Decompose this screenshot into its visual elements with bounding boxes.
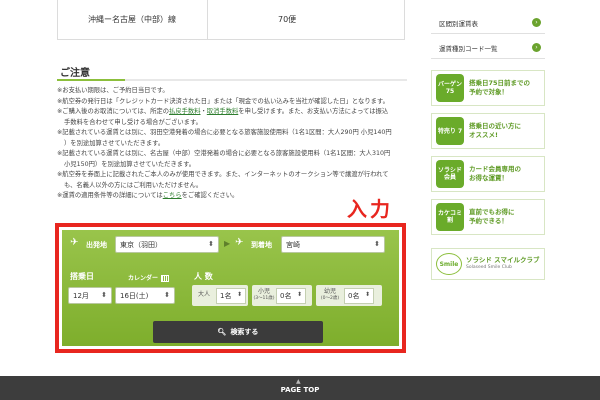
child-count-select[interactable]: 0名 ⬍ — [276, 287, 306, 304]
arrive-select[interactable]: 宮崎 ⬍ — [281, 236, 385, 253]
notes-list: ※お支払い期限は、ご予約日当日です。 ※航空券の発行日は「クレジットカード決済さ… — [57, 86, 407, 202]
note-line: ※航空券を券面上に記載されたご本人のみが使用できます。また、インターネットのオー… — [57, 171, 389, 178]
note-line: ※お支払い期限は、ご予約日当日です。 — [57, 87, 169, 94]
date-label: 搭乗日 — [70, 272, 94, 281]
member-card-icon: ソラシド 会員 — [436, 160, 464, 188]
adult-count-select[interactable]: 1名 ⬍ — [216, 287, 246, 304]
calendar-link[interactable]: カレンダー — [128, 273, 170, 282]
notes-divider — [57, 79, 407, 81]
infant-count-select[interactable]: 0名 ⬍ — [344, 287, 374, 304]
banner-member-fare[interactable]: ソラシド 会員 カード会員専用の お得な運賃！ — [431, 156, 545, 192]
depart-label: 出発地 — [86, 241, 107, 249]
caret-up-icon: ▲ — [296, 378, 301, 385]
takeoff-icon: ✈ — [70, 237, 79, 248]
smile-logo-icon: Smile — [436, 253, 462, 275]
chevron-down-icon: ⬍ — [101, 291, 107, 299]
chevron-down-icon: ⬍ — [374, 240, 380, 248]
search-icon: 🔍︎ — [217, 328, 227, 336]
calendar-icon — [161, 275, 170, 282]
chevron-right-icon: › — [532, 18, 541, 27]
chevron-down-icon: ⬍ — [364, 290, 370, 298]
tokubai-7-icon: 特売り 7 — [436, 117, 464, 145]
page-top-link[interactable]: PAGE TOP — [281, 386, 320, 394]
adult-pax: 大人 1名 ⬍ — [192, 285, 248, 306]
chevron-down-icon: ⬍ — [236, 290, 242, 298]
sidebar-link-fare-table[interactable]: 区間別運賃表 › — [431, 12, 545, 34]
child-pax: 小児 (3〜11歳) 0名 ⬍ — [252, 285, 312, 306]
kakekomi-icon: カケコミ 割 — [436, 203, 464, 231]
details-here-link[interactable]: こちら — [163, 192, 182, 199]
chevron-down-icon: ⬍ — [164, 291, 170, 299]
note-line: ※航空券の発行日は「クレジットカード決済された日」または「現金での払い込みを当社… — [57, 97, 389, 105]
cancel-fee-link[interactable]: 取消手数料 — [207, 108, 238, 115]
banner-bargain-75[interactable]: バーゲン 75 搭乗日75日前までの 予約で対象！ — [431, 70, 545, 106]
note-line: ※ご購入後のお取消については、所定の払戻手数料・取消手数料を申し受けます。また、… — [57, 108, 389, 115]
page-top-bar[interactable]: ▲ PAGE TOP — [0, 376, 600, 400]
chevron-right-icon: › — [532, 43, 541, 52]
banner-kakekomi[interactable]: カケコミ 割 直前でもお得に 予約できる！ — [431, 199, 545, 235]
note-line: 小児150円）を別途加算させていただきます。 — [64, 160, 196, 168]
note-line: 手数料を合わせて申し受ける場合がございます。 — [64, 118, 202, 126]
notes-title: ご注意 — [60, 68, 90, 79]
pax-label: 人 数 — [194, 272, 213, 281]
chevron-down-icon: ⬍ — [208, 240, 214, 248]
route-name: 沖縄ー名古屋（中部）線 — [58, 0, 208, 39]
search-button[interactable]: 🔍︎ 検索する — [153, 321, 323, 343]
landing-icon: ✈ — [235, 237, 244, 248]
search-form-highlight: ✈ 出発地 東京（羽田） ⬍ ▶ ✈ 到着地 宮崎 ⬍ 搭乗日 カレンダー 12月 ⬍… — [55, 223, 406, 353]
arrive-label: 到着地 — [251, 241, 272, 249]
depart-select[interactable]: 東京（羽田） ⬍ — [115, 236, 219, 253]
route-flights: 70便 — [278, 15, 297, 24]
note-line: ）を別途加算させていただきます。 — [64, 139, 165, 147]
bargain-75-icon: バーゲン 75 — [436, 74, 464, 102]
chevron-down-icon: ⬍ — [296, 290, 302, 298]
note-line: ※記載されている運賃とは別に、羽田空港発着の場合に必要となる旅客施設使用料（1名… — [57, 129, 392, 136]
infant-pax: 幼児 (0〜2歳) 0名 ⬍ — [316, 285, 382, 306]
refund-fee-link[interactable]: 払戻手数料 — [169, 108, 200, 115]
route-table-row: 沖縄ー名古屋（中部）線 70便 — [57, 0, 405, 40]
day-select[interactable]: 16日(土) ⬍ — [115, 287, 175, 304]
month-select[interactable]: 12月 ⬍ — [68, 287, 112, 304]
banner-tokubai-7[interactable]: 特売り 7 搭乗日の近い方に オススメ! — [431, 113, 545, 149]
input-annotation-label: 入力 — [347, 197, 393, 221]
note-line: ※記載されている運賃とは別に、名古屋（中部）空港発着の場合に必要となる旅客施設使… — [57, 150, 391, 157]
banner-smile-club[interactable]: Smile ソラシド スマイルクラブ Solaseed Smile Club — [431, 248, 545, 280]
search-form: ✈ 出発地 東京（羽田） ⬍ ▶ ✈ 到着地 宮崎 ⬍ 搭乗日 カレンダー 12月 ⬍… — [62, 230, 399, 346]
note-line: も、名義人以外の方にはご利用いただけません。 — [64, 181, 203, 189]
arrow-right-icon: ▶ — [224, 239, 231, 248]
sidebar-link-fare-codes[interactable]: 運賃種別コード一覧 › — [431, 37, 545, 59]
